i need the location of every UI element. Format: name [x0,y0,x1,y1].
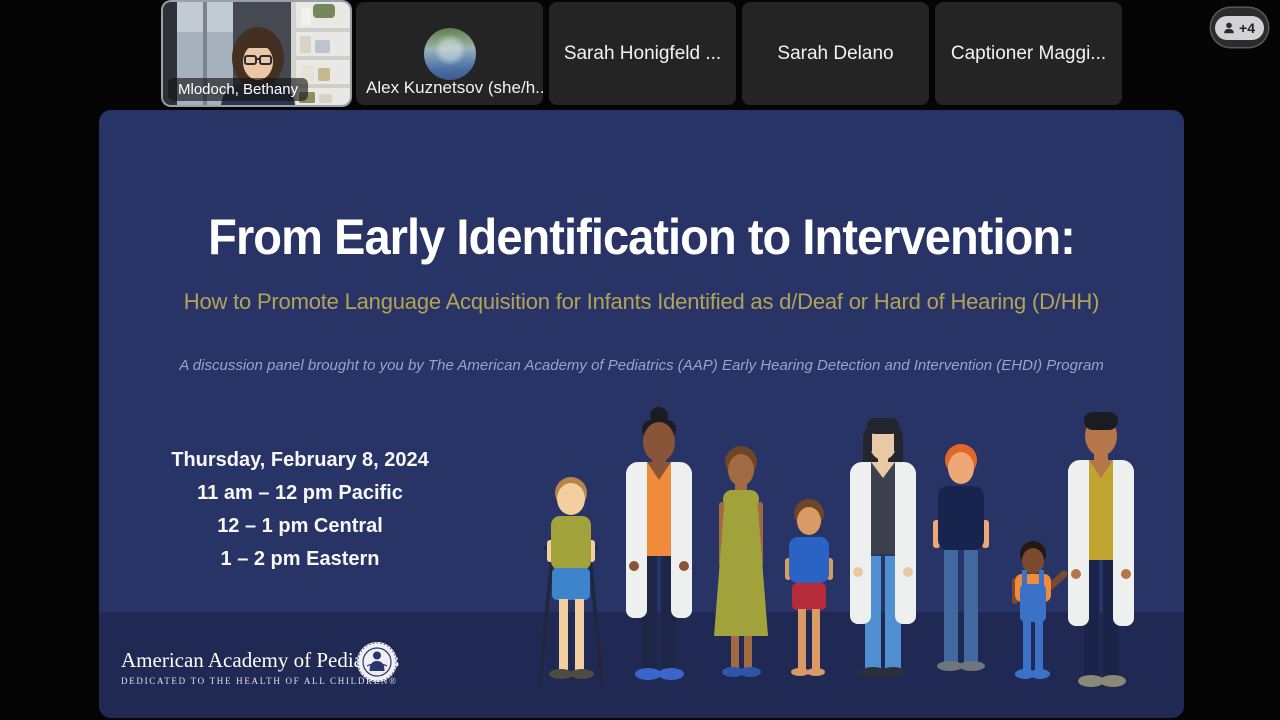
person-doctor-orange-shirt [626,407,692,680]
participants-filmstrip: Mlodoch, Bethany Alex Kuznetsov (she/h..… [0,0,1280,110]
shared-slide: From Early Identification to Interventio… [99,110,1184,718]
participant-name-label: Captioner Maggi... [935,43,1122,65]
participant-tile-alex-kuznetsov[interactable]: Alex Kuznetsov (she/h... [356,2,543,105]
participant-name-label: Mlodoch, Bethany [168,78,308,101]
aap-seal-icon [355,640,399,684]
slide-subtitle: How to Promote Language Acquisition for … [99,289,1184,315]
person-doctor-olive-shirt [1068,412,1134,687]
overflow-count-label: +4 [1239,20,1255,36]
person-icon [1222,21,1236,35]
event-date: Thursday, February 8, 2024 [165,444,435,477]
participant-tile-sarah-delano[interactable]: Sarah Delano [742,2,929,105]
diverse-people-illustration [523,404,1153,699]
slide-title: From Early Identification to Interventio… [132,208,1152,266]
participant-tile-captioner[interactable]: Captioner Maggi... [935,2,1122,105]
event-time-eastern: 1 – 2 pm Eastern [165,543,435,576]
participant-name-label: Alex Kuznetsov (she/h... [366,78,543,98]
participant-tile-sarah-honigfeld[interactable]: Sarah Honigfeld ... [549,2,736,105]
event-schedule: Thursday, February 8, 2024 11 am – 12 pm… [165,444,435,576]
person-doctor-long-hair [850,418,916,677]
person-woman-olive-dress [714,446,768,677]
person-boy-with-crutches [540,477,602,684]
person-child-blue-shirt [785,499,833,676]
meeting-window: Mlodoch, Bethany Alex Kuznetsov (she/h..… [0,0,1280,720]
participant-tile-mlodoch-bethany[interactable]: Mlodoch, Bethany [163,2,350,105]
participant-count-pill: +4 [1215,16,1264,40]
participant-name-label: Sarah Delano [742,43,929,65]
avatar [424,28,476,80]
slide-tagline: A discussion panel brought to you by The… [99,357,1184,374]
event-time-central: 12 – 1 pm Central [165,510,435,543]
more-participants-badge[interactable]: +4 [1211,8,1268,47]
person-toddler-overalls [1012,541,1064,679]
participant-name-label: Sarah Honigfeld ... [549,43,736,65]
person-boy-red-hair [933,444,989,671]
event-time-pacific: 11 am – 12 pm Pacific [165,477,435,510]
